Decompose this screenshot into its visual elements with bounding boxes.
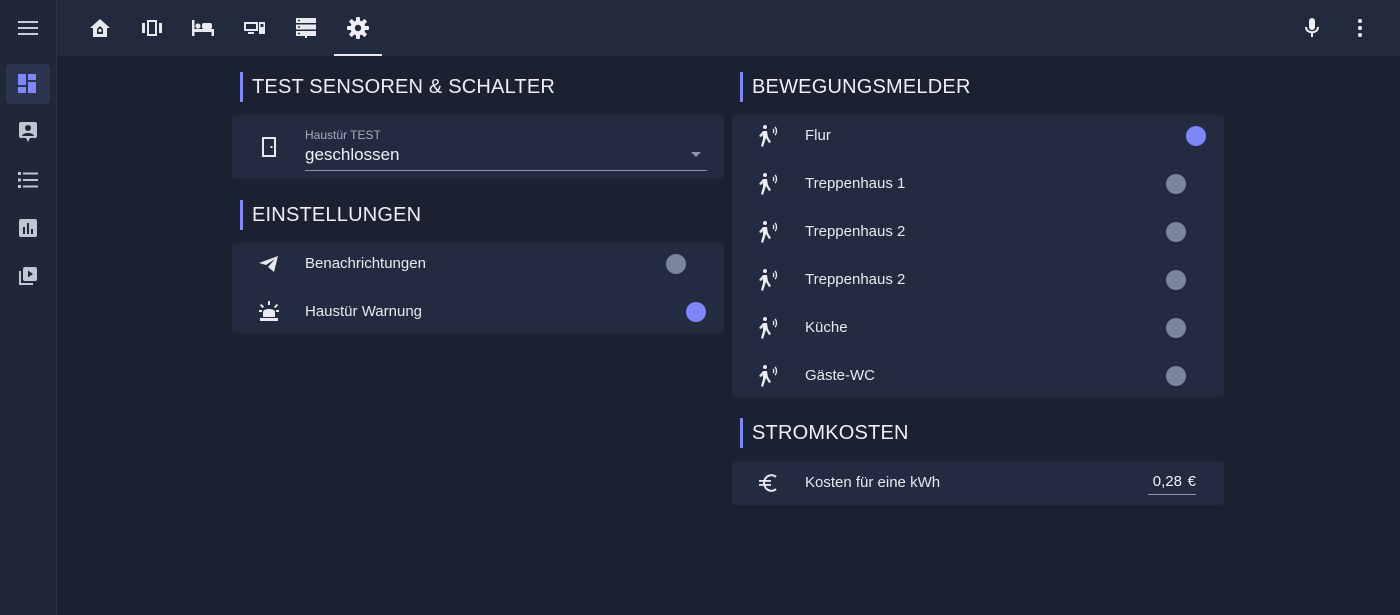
sidebar-item-map[interactable] [6,112,50,152]
sidebar-item-logbook[interactable] [6,160,50,200]
dashboard-icon [18,74,36,93]
kwh-cost-value: 0,28 [1152,473,1182,490]
more-options-button[interactable] [1340,8,1380,48]
section-title-power: STROMKOSTEN [740,418,909,448]
settings-row-notifications: Benachrichtungen [232,240,724,288]
door-icon [256,135,282,159]
app-root: TEST SENSOREN & SCHALTER Haustür TEST ge… [0,0,1400,615]
motion-sensor-icon [756,172,782,196]
motion-toggle[interactable] [1186,126,1206,146]
select-value: geschlossen [305,145,400,164]
section-title-motion: BEWEGUNGSMELDER [740,72,971,102]
motion-toggle[interactable] [1166,270,1186,290]
motion-label: Treppenhaus 2 [805,223,906,240]
chart-box-icon [19,219,37,237]
voice-button[interactable] [1292,8,1332,48]
notifications-toggle[interactable] [666,254,686,274]
hamburger-icon [18,21,38,35]
motion-label: Gäste-WC [805,367,876,384]
tab-devices[interactable] [231,0,279,56]
account-box-icon [19,122,37,142]
devices-icon [244,22,265,34]
motion-sensor-icon [756,316,782,340]
menu-button[interactable] [0,0,56,56]
motion-row: Treppenhaus 1 [732,160,1224,208]
tab-carousel[interactable] [128,0,176,56]
power-row: Kosten für eine kWh 0,28 € [732,459,1224,507]
motion-row: Küche [732,304,1224,352]
motion-label: Flur [805,127,831,144]
motion-label: Treppenhaus 2 [805,271,906,288]
sidebar [0,0,57,615]
carousel-icon [142,20,162,36]
motion-card: Flur Treppenhaus 1 Treppenhaus 2 Treppenhau… [732,115,1224,397]
section-title-test: TEST SENSOREN & SCHALTER [240,72,555,102]
motion-sensor-icon [756,220,782,244]
power-label: Kosten für eine kWh [805,474,941,491]
haustuer-test-select[interactable]: Haustür TEST geschlossen [305,125,707,171]
motion-toggle[interactable] [1166,174,1186,194]
power-card: Kosten für eine kWh 0,28 € [732,461,1224,505]
kwh-cost-input[interactable]: 0,28 € [1148,471,1196,495]
tab-settings[interactable] [334,0,382,56]
door-warning-toggle[interactable] [686,302,706,322]
section-title-settings: EINSTELLUNGEN [240,200,421,230]
motion-row: Gäste-WC [732,352,1224,400]
select-label: Haustür TEST [305,128,381,142]
notifications-label: Benachrichtungen [305,255,426,272]
motion-row: Treppenhaus 2 [732,208,1224,256]
home-icon [90,19,110,37]
euro-icon [756,471,782,495]
media-library-icon [19,267,37,285]
gear-icon [347,17,369,39]
sidebar-item-media[interactable] [6,256,50,296]
motion-toggle[interactable] [1166,318,1186,338]
motion-row: Treppenhaus 2 [732,256,1224,304]
motion-label: Treppenhaus 1 [805,175,906,192]
motion-sensor-icon [756,364,782,388]
settings-card: Benachrichtungen Haustür Warnung [232,243,724,333]
microphone-icon [1305,18,1319,37]
motion-sensor-icon [756,268,782,292]
bed-icon [192,20,214,36]
top-bar [57,0,1400,56]
sidebar-item-history[interactable] [6,208,50,248]
kwh-cost-unit: € [1187,473,1196,490]
settings-row-door-warning: Haustür Warnung [232,288,724,336]
list-icon [18,172,38,188]
alarm-light-icon [256,300,282,324]
tab-home[interactable] [76,0,124,56]
motion-toggle[interactable] [1166,366,1186,386]
server-icon [296,18,316,38]
motion-row: Flur [732,112,1224,160]
motion-sensor-icon [756,124,782,148]
dropdown-caret-icon[interactable] [691,152,701,157]
tab-bedroom[interactable] [179,0,227,56]
door-warning-label: Haustür Warnung [305,303,422,320]
sidebar-item-overview[interactable] [6,64,50,104]
telegram-send-icon [256,252,282,276]
test-card: Haustür TEST geschlossen [232,115,724,179]
motion-label: Küche [805,319,848,336]
more-vertical-icon [1358,19,1362,37]
tab-server[interactable] [282,0,330,56]
motion-toggle[interactable] [1166,222,1186,242]
